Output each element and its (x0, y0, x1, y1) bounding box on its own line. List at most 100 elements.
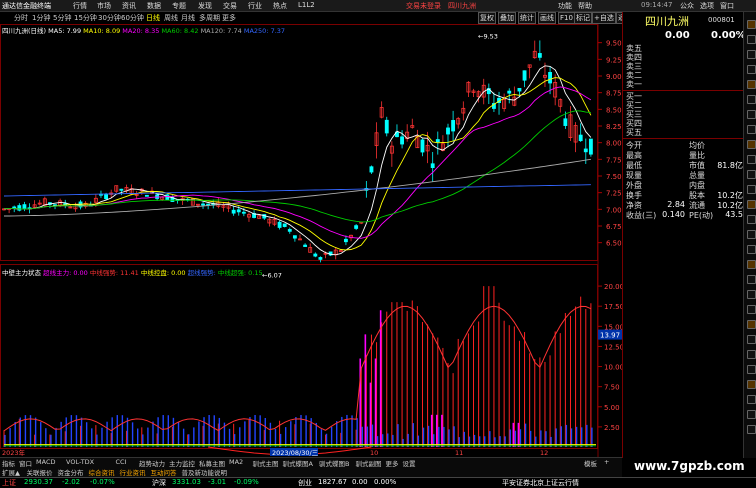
menu-item-industry[interactable]: 行业 (248, 1, 262, 11)
candle-body (548, 72, 552, 84)
side-tool-icon[interactable] (747, 395, 756, 404)
side-tool-icon[interactable] (747, 170, 756, 179)
candle-body (507, 90, 512, 94)
mark-button[interactable]: 标记 (574, 12, 592, 24)
menu-item-help[interactable]: 帮助 (578, 1, 592, 11)
extension-tab[interactable]: 扩展▲ (2, 467, 20, 477)
side-tool-icon[interactable] (747, 350, 756, 359)
indicator-tab[interactable]: MACD (36, 458, 55, 466)
login-status[interactable]: 交易未登录 (406, 1, 441, 11)
candle-body (563, 118, 568, 126)
menu-item-data[interactable]: 数据 (147, 1, 161, 11)
period-monthly[interactable]: 月线 (181, 13, 195, 23)
price-axis-label: 6.75 (606, 223, 622, 231)
stats-button[interactable]: 统计 (518, 12, 536, 24)
extension-tab[interactable]: 资金分布 (58, 467, 84, 477)
period-weekly[interactable]: 周线 (164, 13, 178, 23)
period-5min[interactable]: 5分钟 (53, 13, 71, 23)
extension-tab[interactable]: 互动问答 (151, 467, 177, 477)
ma10-legend: MA10: 8.09 (83, 27, 121, 35)
side-tool-icon[interactable] (747, 425, 756, 434)
side-tool-icon[interactable] (747, 215, 756, 224)
menu-item-options[interactable]: 选项 (700, 1, 714, 11)
add-watchlist-button[interactable]: +自选 (592, 12, 616, 24)
menu-item-topics[interactable]: 专题 (172, 1, 186, 11)
menu-item-news[interactable]: 资讯 (122, 1, 136, 11)
side-tool-icon[interactable] (747, 380, 756, 389)
side-tool-icon[interactable] (747, 35, 756, 44)
side-tool-icon[interactable] (747, 365, 756, 374)
indicator-tab[interactable]: CCI (116, 458, 127, 466)
menu-item-window[interactable]: 窗口 (720, 1, 734, 11)
indicator-legend-item: 中线控盘: 0.00 (140, 269, 186, 277)
price-axis-label: 8.75 (606, 90, 622, 98)
indicator-axis-label: 7.50 (604, 384, 620, 392)
side-tool-icon[interactable] (747, 290, 756, 299)
menu-item-market[interactable]: 行情 (73, 1, 87, 11)
side-tool-icon[interactable] (747, 320, 756, 329)
side-tool-icon[interactable] (747, 260, 756, 269)
adjust-button[interactable]: 复权 (478, 12, 496, 24)
indicator-tab[interactable]: MA2 (229, 458, 243, 466)
period-multi[interactable]: 多周期 (199, 13, 220, 23)
extension-tab[interactable]: 行业资讯 (120, 467, 146, 477)
candle-body (17, 205, 22, 211)
period-15min[interactable]: 15分钟 (74, 13, 97, 23)
side-tool-icon[interactable] (747, 200, 756, 209)
period-30min[interactable]: 30分钟 (98, 13, 121, 23)
side-tool-icon[interactable] (747, 20, 756, 29)
side-tool-icon[interactable] (747, 155, 756, 164)
candle-body (369, 166, 374, 173)
indicator-axis-label: 5.00 (604, 404, 620, 412)
f10-button[interactable]: F10 (558, 12, 575, 24)
side-tool-icon[interactable] (747, 95, 756, 104)
extension-tab[interactable]: 普及新功能说明 (182, 467, 228, 477)
side-tool-icon[interactable] (747, 80, 756, 89)
menu-item-trade[interactable]: 交易 (223, 1, 237, 11)
side-tool-icon[interactable] (747, 230, 756, 239)
side-tool-icon[interactable] (747, 410, 756, 419)
period-daily[interactable]: 日线 (146, 13, 160, 23)
side-tool-icon[interactable] (747, 305, 756, 314)
side-tool-icon[interactable] (747, 125, 756, 134)
side-tool-icon[interactable] (747, 65, 756, 74)
candle-body (292, 235, 297, 239)
menu-item-functions[interactable]: 功能 (558, 1, 572, 11)
indicator-tab[interactable]: VOL-TDX (66, 458, 94, 466)
period-more[interactable]: 更多 (222, 13, 236, 23)
period-1min[interactable]: 1分钟 (32, 13, 50, 23)
menu-item-discover[interactable]: 发现 (198, 1, 212, 11)
extension-tab[interactable]: 综合资讯 (89, 467, 115, 477)
side-tool-icon[interactable] (747, 245, 756, 254)
add-tab-button[interactable]: + (604, 458, 609, 466)
sh-pct: -0.07% (90, 478, 115, 486)
candle-body (206, 203, 211, 206)
menu-item-bazaar[interactable]: 市场 (97, 1, 111, 11)
chart-toolbar: 复权 叠加 统计 画线 F10 标记 +自选 返回 (476, 12, 640, 24)
candle-body (165, 194, 170, 201)
side-tool-icon[interactable] (747, 185, 756, 194)
high-price-label: ←9.53 (478, 33, 498, 41)
candle-body (22, 204, 27, 210)
overlay-button[interactable]: 叠加 (498, 12, 516, 24)
menu-item-l1l2[interactable]: L1L2 (298, 1, 315, 9)
period-tick[interactable]: 分时 (14, 13, 28, 23)
extension-tab[interactable]: 关联报价 (27, 467, 53, 477)
price-axis-label: 7.00 (606, 206, 622, 214)
candle-body (343, 238, 348, 243)
kline-chart[interactable]: 9.50 9.25 9.00 8.75 8.50 8.25 8.00 7.75 7.50 7.25… (0, 24, 622, 457)
side-tool-icon[interactable] (747, 50, 756, 59)
stat-value: 0.140 (662, 210, 685, 219)
indicator-legend-item: 超线强势: (187, 269, 218, 277)
side-tool-icon[interactable] (747, 110, 756, 119)
side-tool-icon[interactable] (747, 335, 756, 344)
draw-button[interactable]: 画线 (538, 12, 556, 24)
menu-item-public[interactable]: 公众 (680, 1, 694, 11)
side-tool-icon[interactable] (747, 140, 756, 149)
menu-item-hotspot[interactable]: 热点 (273, 1, 287, 11)
price-axis-label: 8.25 (606, 123, 622, 131)
side-tool-icon[interactable] (747, 275, 756, 284)
period-60min[interactable]: 60分钟 (121, 13, 144, 23)
buy-5-label: 买五 (626, 128, 642, 137)
stock-name-title: 四川九洲 (448, 2, 476, 10)
